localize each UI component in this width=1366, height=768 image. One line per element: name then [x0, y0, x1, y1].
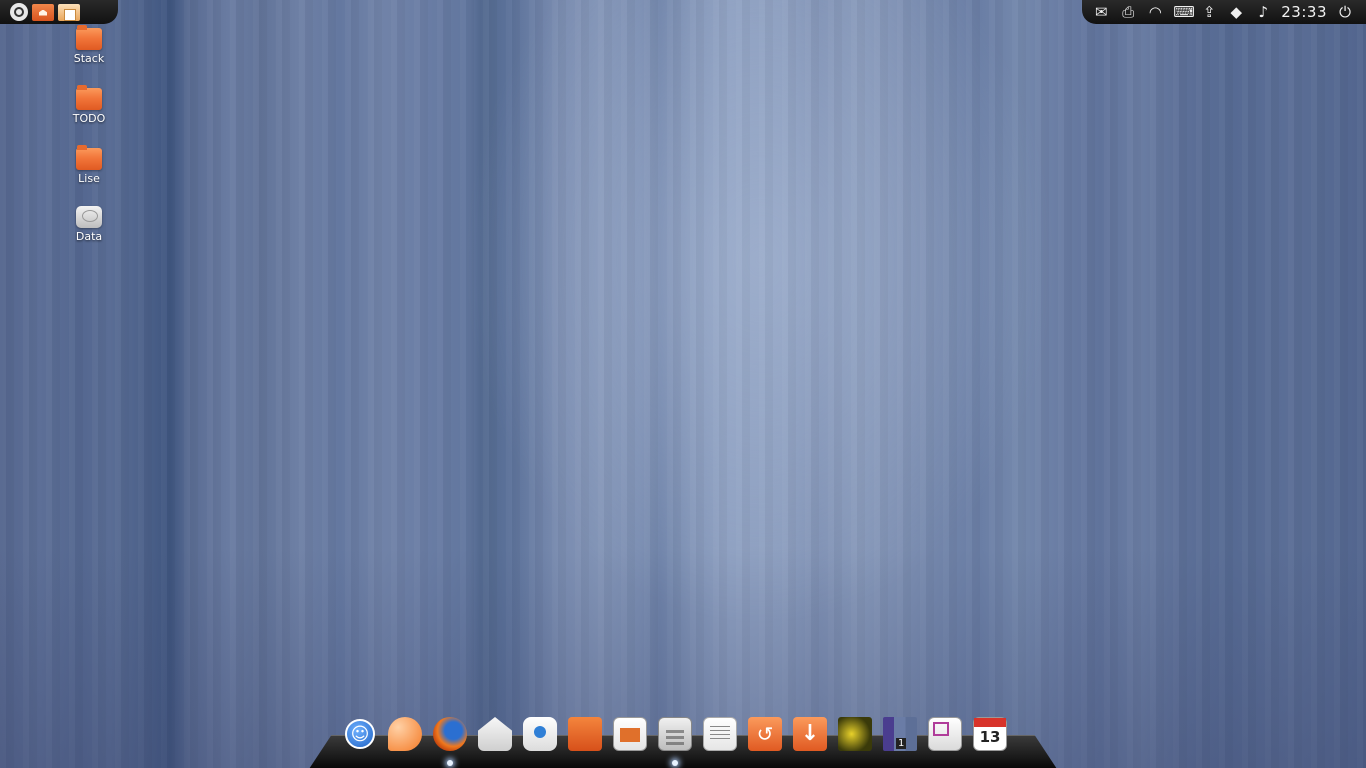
software-center-icon — [568, 717, 602, 751]
running-indicator — [447, 760, 453, 766]
dock-item-downloads[interactable] — [790, 716, 830, 752]
window-icon — [928, 717, 962, 751]
dropbox-icon[interactable]: ◆ — [1227, 4, 1245, 20]
desktop-icon-stack[interactable]: Stack — [66, 25, 112, 65]
folder-icon — [76, 25, 102, 50]
text-editor-icon — [703, 717, 737, 751]
dock: 13 — [340, 716, 1015, 766]
wallpaper-stripes — [0, 0, 1366, 768]
top-left-panel — [0, 0, 118, 24]
volume-icon[interactable]: ♪ — [1254, 4, 1272, 20]
dock-item-calendar[interactable]: 13 — [970, 716, 1010, 752]
folder-icon — [76, 85, 102, 110]
desktop-icon-data[interactable]: Data — [66, 206, 112, 243]
desktop-icon-lise[interactable]: Lise — [66, 145, 112, 185]
dock-item-chat[interactable] — [520, 716, 560, 752]
firefox-icon — [433, 717, 467, 751]
chat-icon — [523, 717, 557, 751]
dock-item-accessibility[interactable] — [340, 716, 380, 752]
dock-item-backup[interactable] — [745, 716, 785, 752]
clementine-icon — [388, 717, 422, 751]
wifi-icon[interactable]: ◠ — [1146, 4, 1164, 20]
drive-icon — [76, 206, 102, 228]
documents-folder-icon[interactable] — [58, 3, 80, 21]
dock-item-workspaces[interactable] — [880, 716, 920, 752]
accessibility-icon — [345, 719, 375, 749]
mail-icon[interactable]: ✉ — [1092, 4, 1110, 20]
presentation-icon — [613, 717, 647, 751]
keyboard-icon[interactable]: ⌨ — [1173, 4, 1195, 20]
home-folder-icon[interactable] — [32, 3, 54, 21]
mail-client-icon — [478, 717, 512, 751]
calculator-icon — [658, 717, 692, 751]
backup-icon — [748, 717, 782, 751]
upload-icon[interactable]: ⇪ — [1200, 4, 1218, 20]
desktop-icon-label: Lise — [78, 172, 100, 185]
clock[interactable]: 23:33 — [1281, 3, 1327, 21]
dock-item-clementine[interactable] — [385, 716, 425, 752]
dock-item-mail[interactable] — [475, 716, 515, 752]
top-right-panel: ✉ ⎙ ◠ ⌨ ⇪ ◆ ♪ 23:33 ⏻ — [1082, 0, 1366, 24]
calendar-icon: 13 — [973, 717, 1007, 751]
desktop-icon-label: Stack — [73, 52, 105, 65]
running-indicator — [672, 760, 678, 766]
dock-item-window[interactable] — [925, 716, 965, 752]
dock-item-text-editor[interactable] — [700, 716, 740, 752]
dock-item-presentation[interactable] — [610, 716, 650, 752]
calendar-day: 13 — [979, 728, 1001, 746]
dock-item-calculator[interactable] — [655, 716, 695, 766]
ubuntu-logo-icon[interactable] — [10, 3, 28, 21]
power-icon[interactable]: ⏻ — [1336, 4, 1354, 20]
dock-item-firefox[interactable] — [430, 716, 470, 766]
desktop-icon-label: Data — [75, 230, 103, 243]
desktop-icon-label: TODO — [72, 112, 106, 125]
folder-icon — [76, 145, 102, 170]
desktop-icon-todo[interactable]: TODO — [66, 85, 112, 125]
dock-item-photo-viewer[interactable] — [835, 716, 875, 752]
photo-viewer-icon — [838, 717, 872, 751]
workspaces-icon — [883, 717, 917, 751]
downloads-icon — [793, 717, 827, 751]
printer-icon[interactable]: ⎙ — [1119, 4, 1137, 20]
dock-item-software-center[interactable] — [565, 716, 605, 752]
